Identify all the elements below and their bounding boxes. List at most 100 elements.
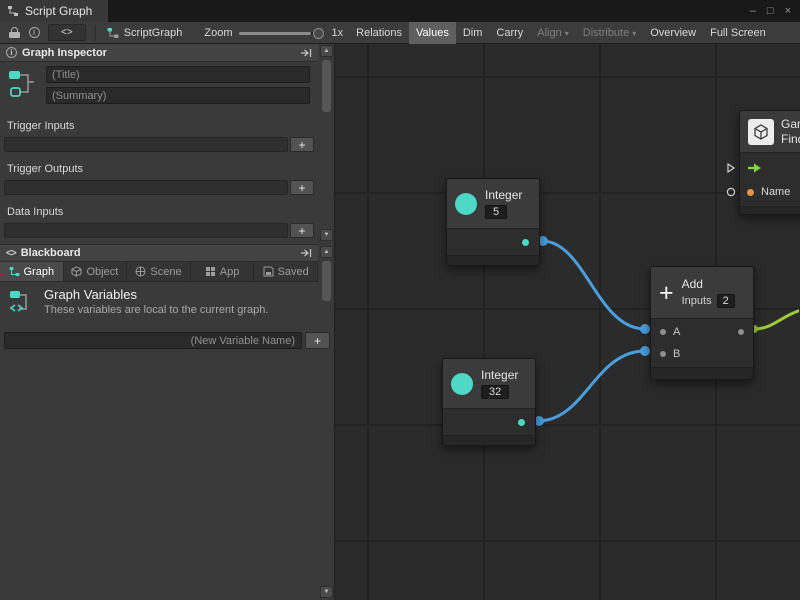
zoom-slider[interactable] [239,32,325,35]
trigger-inputs-list: + [4,137,314,152]
data-inputs-label: Data Inputs [7,206,63,218]
sum-output-port[interactable] [738,329,744,335]
add-node[interactable]: + Add Inputs 2 A [650,266,754,380]
string-port-dot[interactable] [747,189,754,196]
relations-button[interactable]: Relations [349,22,409,44]
dock-icon[interactable] [300,248,312,258]
inputs-label: Inputs [682,295,712,307]
output-port[interactable] [518,419,525,426]
maximize-icon[interactable]: □ [767,5,774,17]
gameobject-find-node[interactable]: GameObject Find [739,110,800,215]
blackboard-scrollbar[interactable]: ▲ ▼ [320,246,333,598]
integer-value-field[interactable]: 5 [485,205,507,219]
node-title: Add [682,277,735,291]
tab-app[interactable]: App [191,262,255,281]
name-port-row: Name [740,180,800,204]
blackboard-header: <> Blackboard [0,244,318,262]
titlebar: Script Graph – □ × [0,0,800,22]
chevron-down-icon: ▾ [565,29,569,38]
integer-icon [451,373,473,395]
scroll-down-icon[interactable]: ▼ [320,586,333,598]
scroll-up-icon[interactable]: ▲ [320,45,333,57]
scroll-up-icon[interactable]: ▲ [320,246,333,258]
graph-breadcrumb[interactable]: ScriptGraph [107,27,183,39]
close-icon[interactable]: × [785,5,791,17]
integer-node-5[interactable]: Integer 5 [446,178,540,266]
node-header: Integer 32 [443,359,535,409]
node-title: Integer [485,188,522,202]
trigger-outputs-label: Trigger Outputs [7,163,83,175]
node-header: Integer 5 [447,179,539,229]
inputs-count-field[interactable]: 2 [717,294,735,308]
dock-icon[interactable] [300,48,312,58]
add-trigger-output-button[interactable]: + [290,180,314,195]
plus-icon: + [659,281,674,305]
cube-icon [71,266,82,277]
node-footer [651,367,753,379]
code-view-button[interactable]: <> [48,24,86,41]
script-graph-window: Script Graph – □ × i <> ScriptGraph Zoom… [0,0,800,600]
wire-integer-b-to-add[interactable] [538,351,645,421]
input-port-a[interactable] [660,329,666,335]
node-title: GameObject [781,117,800,131]
empty-list [4,223,288,238]
graph-name-label: ScriptGraph [124,27,183,39]
carry-button[interactable]: Carry [489,22,530,44]
add-data-input-button[interactable]: + [290,223,314,238]
values-button[interactable]: Values [409,22,456,44]
zoom-slider-handle[interactable] [313,28,324,39]
add-trigger-input-button[interactable]: + [290,137,314,152]
window-controls: – □ × [750,0,800,22]
data-inputs-list: + [4,223,314,238]
value-input-port[interactable] [726,187,736,200]
inspect-button[interactable]: i [24,22,44,44]
integer-value-field[interactable]: 32 [481,385,509,399]
tab-scene[interactable]: Scene [127,262,191,281]
toolbar-separator [95,25,96,41]
full-screen-button[interactable]: Full Screen [703,22,773,44]
node-footer [740,206,800,214]
scroll-down-icon[interactable]: ▼ [320,229,333,241]
blackboard-tabs: Graph Object Scene App Saved [0,262,318,282]
sidebar: i Graph Inspector Trigger Inputs + Trigg… [0,44,335,600]
minimize-icon[interactable]: – [750,5,756,17]
window-tab-label: Script Graph [25,4,92,18]
inspector-scrollbar[interactable]: ▲ ▼ [320,45,333,241]
port-row-b: B [651,343,753,365]
control-input-port[interactable] [726,163,736,176]
window-tab[interactable]: Script Graph [0,0,108,22]
summary-field[interactable] [46,87,310,104]
chevron-down-icon: ▾ [632,29,636,38]
new-variable-input[interactable] [4,332,302,349]
tab-graph[interactable]: Graph [0,262,64,281]
lock-button[interactable] [4,22,24,44]
port-b-label: B [673,348,680,360]
graph-inspector-header: i Graph Inspector [0,44,318,62]
output-port[interactable] [522,239,529,246]
zoom-slider-fill [239,32,311,35]
node-header: GameObject Find [740,111,800,153]
tab-saved[interactable]: Saved [254,262,318,281]
graph-canvas[interactable]: Integer 5 Integer 32 [335,44,800,600]
wire-endpoint [640,346,650,356]
code-icon: <> [6,248,16,259]
toolbar: i <> ScriptGraph Zoom 1x Relations Value… [0,22,800,44]
overview-button[interactable]: Overview [643,22,703,44]
title-field[interactable] [46,66,310,83]
wire-add-output[interactable] [754,310,799,329]
dim-button[interactable]: Dim [456,22,490,44]
main-area: i Graph Inspector Trigger Inputs + Trigg… [0,44,800,600]
distribute-button[interactable]: Distribute▾ [576,22,643,44]
integer-node-32[interactable]: Integer 32 [442,358,536,446]
trigger-inputs-label: Trigger Inputs [7,120,74,132]
scene-icon [135,266,146,277]
blackboard-title: Blackboard [21,247,81,259]
align-button[interactable]: Align▾ [530,22,575,44]
tab-object[interactable]: Object [64,262,128,281]
node-body [447,229,539,255]
node-body: A B [651,319,753,367]
wire-integer-a-to-add[interactable] [542,241,645,329]
input-port-b[interactable] [660,351,666,357]
scrollbar-thumb[interactable] [322,60,331,112]
scrollbar-thumb[interactable] [322,261,331,301]
